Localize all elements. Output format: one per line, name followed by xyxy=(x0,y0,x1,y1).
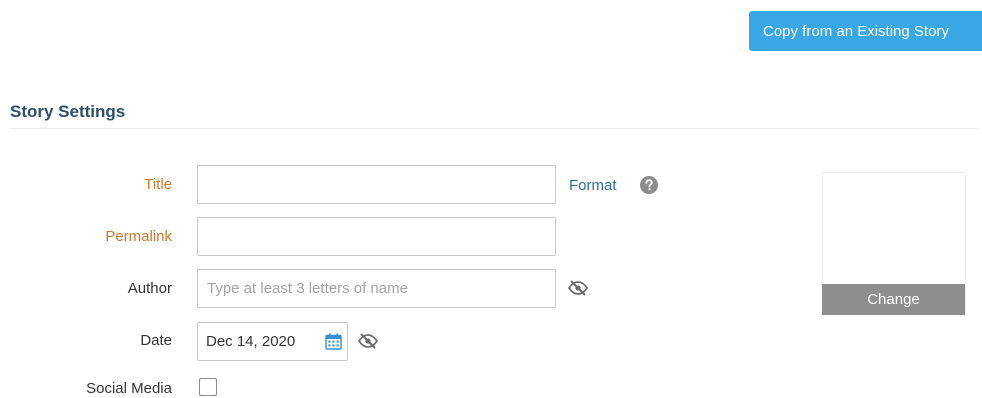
title-label: Title xyxy=(144,176,172,193)
social-media-checkbox[interactable] xyxy=(199,378,217,396)
format-link[interactable]: Format xyxy=(569,177,617,194)
date-picker-input[interactable]: Dec 14, 2020 xyxy=(197,322,348,361)
author-input[interactable] xyxy=(197,269,556,308)
calendar-icon[interactable] xyxy=(325,333,342,350)
social-media-label: Social Media xyxy=(86,380,172,397)
eye-slash-icon[interactable] xyxy=(567,279,589,297)
copy-from-existing-story-button[interactable]: Copy from an Existing Story xyxy=(749,11,982,51)
title-input[interactable] xyxy=(197,165,556,204)
section-title: Story Settings xyxy=(10,102,126,121)
eye-slash-icon[interactable] xyxy=(357,332,379,350)
permalink-label: Permalink xyxy=(105,228,172,245)
section-divider xyxy=(10,128,978,129)
permalink-input[interactable] xyxy=(197,217,556,256)
date-label: Date xyxy=(140,332,172,349)
author-label: Author xyxy=(127,280,172,297)
change-image-button[interactable]: Change xyxy=(822,284,965,315)
question-circle-icon[interactable] xyxy=(640,176,658,194)
date-value: Dec 14, 2020 xyxy=(206,333,296,350)
